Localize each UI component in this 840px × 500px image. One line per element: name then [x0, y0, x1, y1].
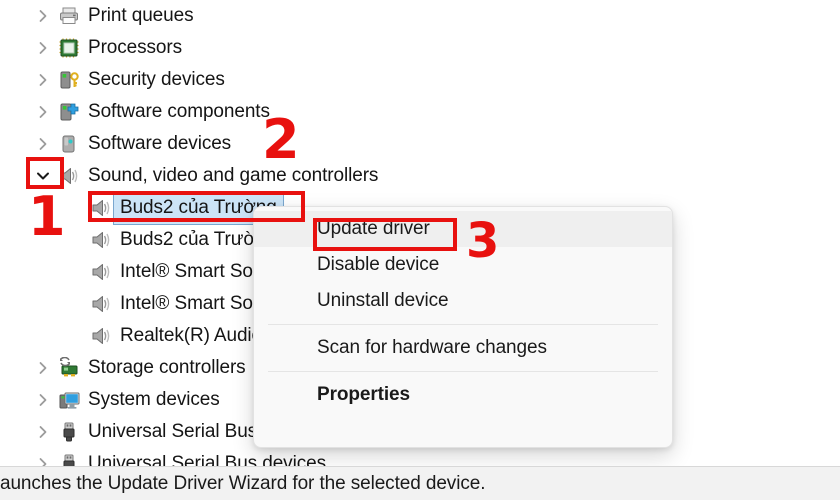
status-bar-text: aunches the Update Driver Wizard for the… [0, 473, 486, 494]
tree-item[interactable]: Software components [30, 96, 270, 128]
chevron-right-icon[interactable] [30, 352, 56, 384]
menu-item[interactable]: Disable device [254, 247, 672, 283]
speaker-icon [88, 224, 114, 256]
tree-item[interactable]: Realtek(R) Audio [62, 320, 262, 352]
chevron-right-icon[interactable] [30, 416, 56, 448]
speaker-icon [88, 192, 114, 224]
menu-item[interactable]: Properties [254, 377, 672, 413]
menu-item[interactable]: Update driver [254, 211, 672, 247]
device-context-menu[interactable]: Update driver Disable device Uninstall dev… [253, 206, 673, 448]
speaker-icon [88, 288, 114, 320]
menu-separator [268, 371, 658, 372]
chevron-right-icon[interactable] [30, 128, 56, 160]
tree-item[interactable]: Buds2 của Trường [62, 224, 277, 256]
software-device-icon [56, 128, 82, 160]
tree-item[interactable]: System devices [30, 384, 220, 416]
chevron-down-icon[interactable] [30, 160, 56, 192]
usb-icon [56, 416, 82, 448]
menu-separator [268, 324, 658, 325]
speaker-icon [56, 160, 82, 192]
tree-item-label: Storage controllers [88, 357, 246, 378]
tree-item-label: Security devices [88, 69, 225, 90]
security-device-icon [56, 64, 82, 96]
tree-item[interactable]: Processors [30, 32, 182, 64]
storage-controller-icon [56, 352, 82, 384]
chevron-right-icon[interactable] [30, 96, 56, 128]
chevron-right-icon[interactable] [30, 0, 56, 32]
speaker-icon [88, 256, 114, 288]
speaker-icon [88, 320, 114, 352]
printer-icon [56, 0, 82, 32]
tree-item-label: Sound, video and game controllers [88, 165, 379, 186]
tree-item-label: Processors [88, 37, 183, 58]
menu-item-label: Properties [317, 384, 410, 405]
menu-item-label: Disable device [317, 254, 440, 275]
tree-item-label: System devices [88, 389, 220, 410]
menu-item-label: Scan for hardware changes [317, 337, 547, 358]
system-device-icon [56, 384, 82, 416]
tree-item-label: Realtek(R) Audio [120, 325, 263, 346]
tree-item-label: Software devices [88, 133, 232, 154]
software-component-icon [56, 96, 82, 128]
tree-item-label: Software components [88, 101, 270, 122]
menu-item-label: Uninstall device [317, 290, 449, 311]
tree-item[interactable]: Security devices [30, 64, 225, 96]
menu-item-label: Update driver [317, 218, 430, 239]
chevron-right-icon[interactable] [30, 384, 56, 416]
device-manager-screenshot: Print queues Processors Security devices So… [0, 0, 840, 500]
tree-item[interactable]: Sound, video and game controllers [30, 160, 378, 192]
tree-item[interactable]: Software devices [30, 128, 231, 160]
tree-item[interactable]: Buds2 của Trường [62, 191, 284, 225]
menu-item[interactable]: Scan for hardware changes [254, 330, 672, 366]
chevron-right-icon[interactable] [30, 32, 56, 64]
chevron-right-icon[interactable] [30, 64, 56, 96]
tree-item[interactable]: Storage controllers [30, 352, 246, 384]
tree-item[interactable]: Print queues [30, 0, 194, 32]
status-bar: aunches the Update Driver Wizard for the… [0, 466, 840, 500]
menu-item[interactable]: Uninstall device [254, 283, 672, 319]
processor-icon [56, 32, 82, 64]
tree-item-label: Print queues [88, 5, 194, 26]
